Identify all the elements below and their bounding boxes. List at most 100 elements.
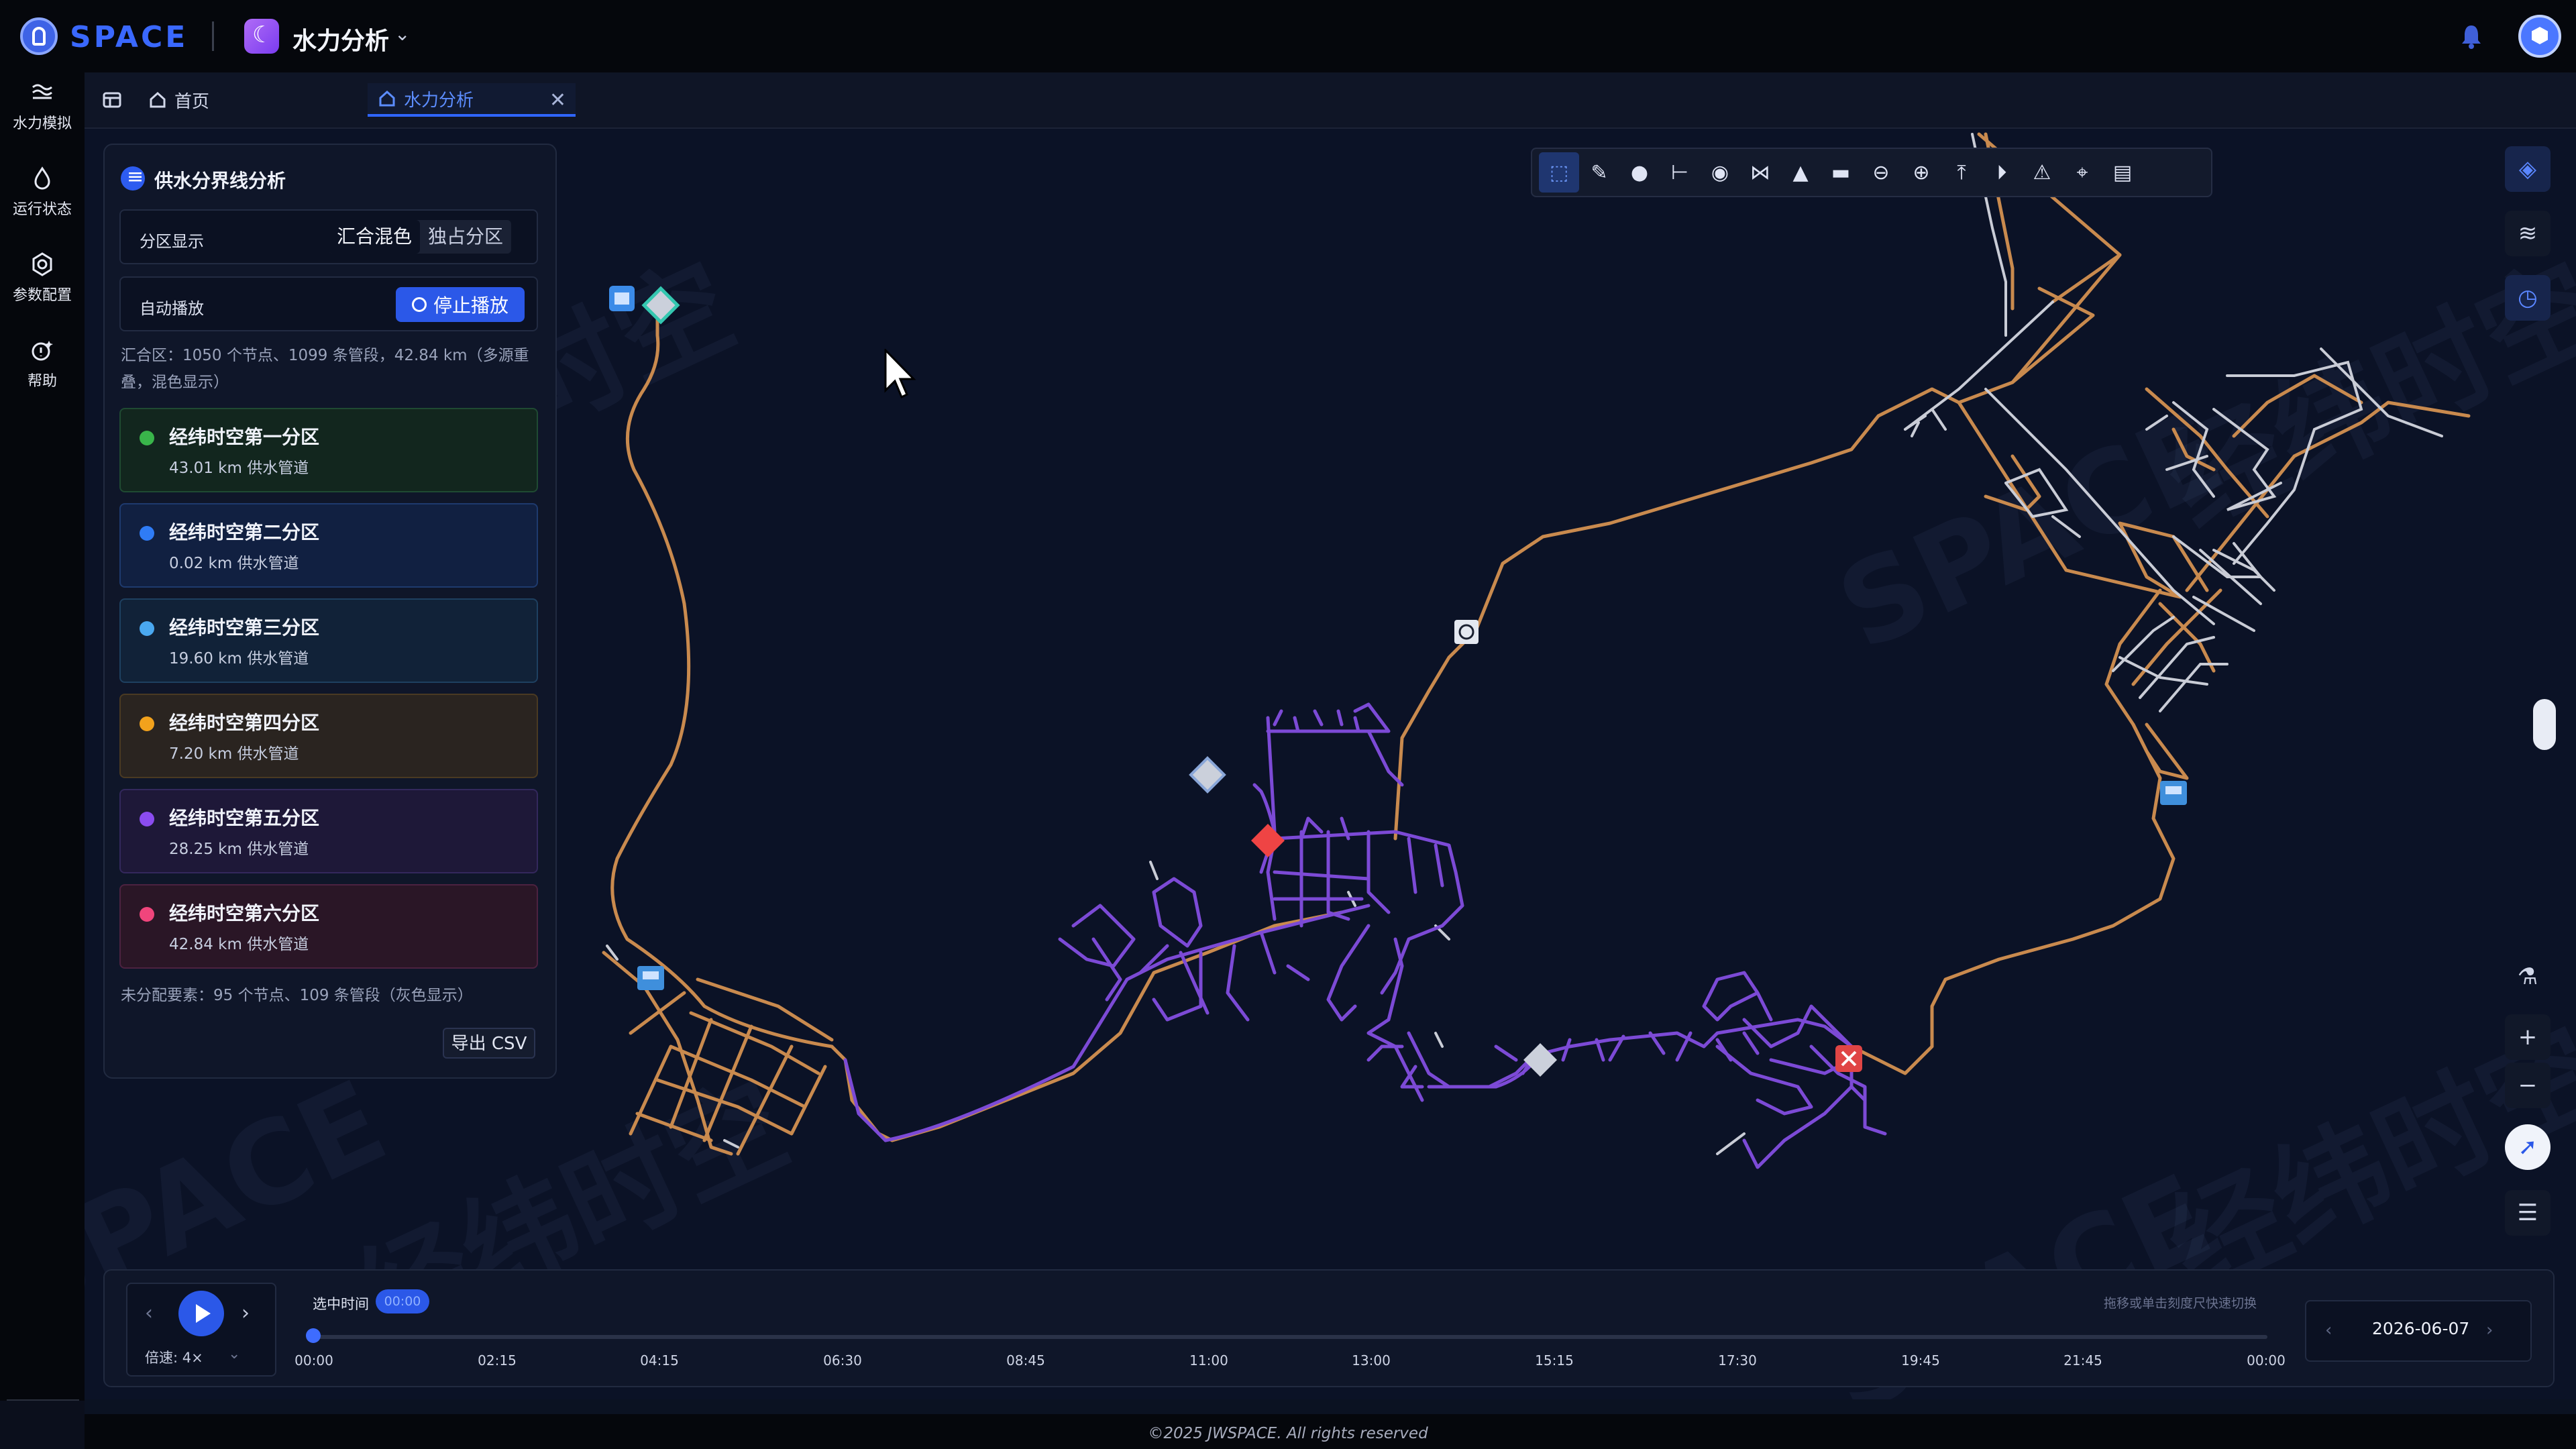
left-nav: 水力模拟 运行状态 参数配置 帮助: [0, 72, 85, 1401]
valve-icon[interactable]: [641, 286, 680, 325]
zone-card-4[interactable]: 经纬时空第四分区 7.20 km 供水管道: [119, 694, 538, 778]
map-toolbar: ⬚ ✎ ● ⊢ ◉ ⋈ ▲ ▬ ⊖ ⊕ ⤒ ⏵ ⚠ ⌖ ▤: [1531, 148, 2212, 197]
nav-label: 参数配置: [12, 287, 72, 304]
nav-item-run-status[interactable]: 运行状态: [0, 165, 85, 219]
bell-icon[interactable]: [2459, 23, 2483, 50]
zoom-in-icon[interactable]: ⊕: [1901, 152, 1941, 193]
list-icon[interactable]: ☰: [2505, 1190, 2551, 1236]
user-avatar[interactable]: [2518, 15, 2561, 58]
selected-time-label: 选中时间: [313, 1296, 369, 1312]
stop-icon: [411, 297, 427, 312]
tab-home-label: 首页: [174, 91, 210, 112]
timeline-tick: 02:15: [478, 1352, 517, 1368]
speed-select[interactable]: 倍速: 4×: [145, 1347, 203, 1367]
zone-card-3[interactable]: 经纬时空第三分区 19.60 km 供水管道: [119, 598, 538, 683]
triangle-icon[interactable]: ▲: [1780, 152, 1821, 193]
tab-menu-icon[interactable]: [102, 90, 122, 110]
nav-label: 运行状态: [12, 201, 72, 218]
map-markers[interactable]: [609, 286, 2187, 1077]
zone-card-1[interactable]: 经纬时空第一分区 43.01 km 供水管道: [119, 408, 538, 492]
rect-icon[interactable]: ▬: [1821, 152, 1861, 193]
timeline-thumb[interactable]: [306, 1328, 321, 1343]
zone-color-dot: [140, 526, 154, 541]
stop-playback-button[interactable]: 停止播放: [396, 287, 525, 322]
mode-exclusive-button[interactable]: 独占分区: [420, 220, 511, 254]
timeline-hint: 拖移或单击刻度尺快速切换: [2104, 1296, 2257, 1311]
flask-icon[interactable]: ⚗: [2505, 954, 2551, 1000]
play-circle-icon[interactable]: ⏵: [1982, 152, 2022, 193]
zoom-out-button[interactable]: −: [2505, 1063, 2551, 1108]
help-icon: [32, 341, 53, 361]
point-icon[interactable]: ●: [1619, 152, 1660, 193]
zone-color-dot: [140, 431, 154, 445]
chevron-down-icon[interactable]: ⌄: [228, 1346, 240, 1362]
zone-name: 经纬时空第一分区: [169, 426, 320, 448]
valve-icon[interactable]: [1189, 756, 1226, 794]
play-button[interactable]: [178, 1291, 224, 1336]
timeline-track[interactable]: [313, 1335, 2267, 1339]
zone-card-6[interactable]: 经纬时空第六分区 42.84 km 供水管道: [119, 884, 538, 969]
span-icon[interactable]: ⊢: [1660, 152, 1700, 193]
timeline-panel: [103, 1269, 2555, 1387]
chevron-left-icon[interactable]: ‹: [2325, 1320, 2332, 1340]
valve-icon[interactable]: [1523, 1043, 1557, 1077]
list-icon: [121, 165, 145, 191]
timeline-tick: 00:00: [294, 1352, 333, 1368]
home-icon: [379, 90, 395, 107]
chevron-right-icon[interactable]: ›: [241, 1301, 250, 1325]
timeline-tick: 19:45: [1901, 1352, 1940, 1368]
timeline-tick: 06:30: [823, 1352, 862, 1368]
select-icon[interactable]: ⬚: [1539, 152, 1579, 193]
compass-icon[interactable]: ➚: [2505, 1124, 2551, 1170]
logo-icon: [20, 17, 58, 55]
zoom-in-button[interactable]: +: [2505, 1014, 2551, 1060]
zone-name: 经纬时空第五分区: [169, 807, 320, 829]
locate-icon[interactable]: ⌖: [2062, 152, 2102, 193]
nav-item-help[interactable]: 帮助: [0, 337, 85, 390]
tab-home[interactable]: 首页: [149, 83, 209, 117]
panel-title: 供水分界线分析: [154, 170, 286, 192]
zone-card-5[interactable]: 经纬时空第五分区 28.25 km 供水管道: [119, 789, 538, 873]
layers-icon[interactable]: ≋: [2505, 211, 2551, 256]
warning-icon[interactable]: ⚠: [2022, 152, 2062, 193]
chevron-down-icon[interactable]: ⌄: [394, 23, 410, 45]
document-icon[interactable]: ▤: [2102, 152, 2143, 193]
scroll-handle[interactable]: [2533, 699, 2556, 750]
upload-icon[interactable]: ⤒: [1941, 152, 1982, 193]
app-title[interactable]: 水力分析: [292, 21, 389, 56]
timeline-tick: 17:30: [1718, 1352, 1757, 1368]
zone-color-dot: [140, 907, 154, 922]
gear-icon: [32, 252, 52, 276]
app-switcher-icon[interactable]: [244, 19, 279, 54]
chevron-left-icon[interactable]: ‹: [145, 1301, 153, 1325]
merge-summary: 汇合区：1050 个节点、1099 条管段，42.84 km（多源重叠，混色显示…: [121, 347, 529, 391]
node-icon[interactable]: ◉: [1700, 152, 1740, 193]
zone-card-2[interactable]: 经纬时空第二分区 0.02 km 供水管道: [119, 503, 538, 588]
date-value[interactable]: 2026-06-07: [2372, 1319, 2469, 1338]
clock-icon[interactable]: ◷: [2505, 275, 2551, 321]
bowtie-valve-icon[interactable]: ⋈: [1740, 152, 1780, 193]
tab-active-label: 水力分析: [404, 90, 474, 111]
nav-label: 帮助: [27, 373, 57, 390]
close-icon[interactable]: ✕: [549, 89, 566, 112]
zone-length: 28.25 km 供水管道: [169, 841, 309, 858]
zoom-out-icon[interactable]: ⊖: [1861, 152, 1901, 193]
alert-valve-icon[interactable]: [1251, 824, 1285, 857]
unassigned-summary: 未分配要素：95 个节点、109 条管段（灰色显示）: [121, 987, 473, 1004]
zone-length: 43.01 km 供水管道: [169, 460, 309, 477]
chevron-right-icon[interactable]: ›: [2486, 1320, 2493, 1340]
pump-icon[interactable]: [1454, 620, 1479, 644]
timeline-tick: 21:45: [2063, 1352, 2102, 1368]
nav-item-params[interactable]: 参数配置: [0, 251, 85, 305]
zone-length: 7.20 km 供水管道: [169, 745, 299, 763]
zone5-pipes: [843, 702, 1887, 1169]
tab-hydraulic-analysis[interactable]: 水力分析 ✕: [368, 83, 576, 117]
timeline-tick: 11:00: [1189, 1352, 1228, 1368]
measure-icon[interactable]: ✎: [1579, 152, 1619, 193]
layers-active-icon[interactable]: ◈: [2505, 146, 2551, 192]
nav-item-hydraulic-sim[interactable]: 水力模拟: [0, 79, 85, 133]
zone-length: 42.84 km 供水管道: [169, 936, 309, 953]
mode-blend-button[interactable]: 汇合混色: [329, 220, 421, 254]
copyright: ©2025 JWSPACE. All rights reserved: [1148, 1425, 1428, 1442]
export-csv-button[interactable]: 导出 CSV: [443, 1028, 535, 1059]
